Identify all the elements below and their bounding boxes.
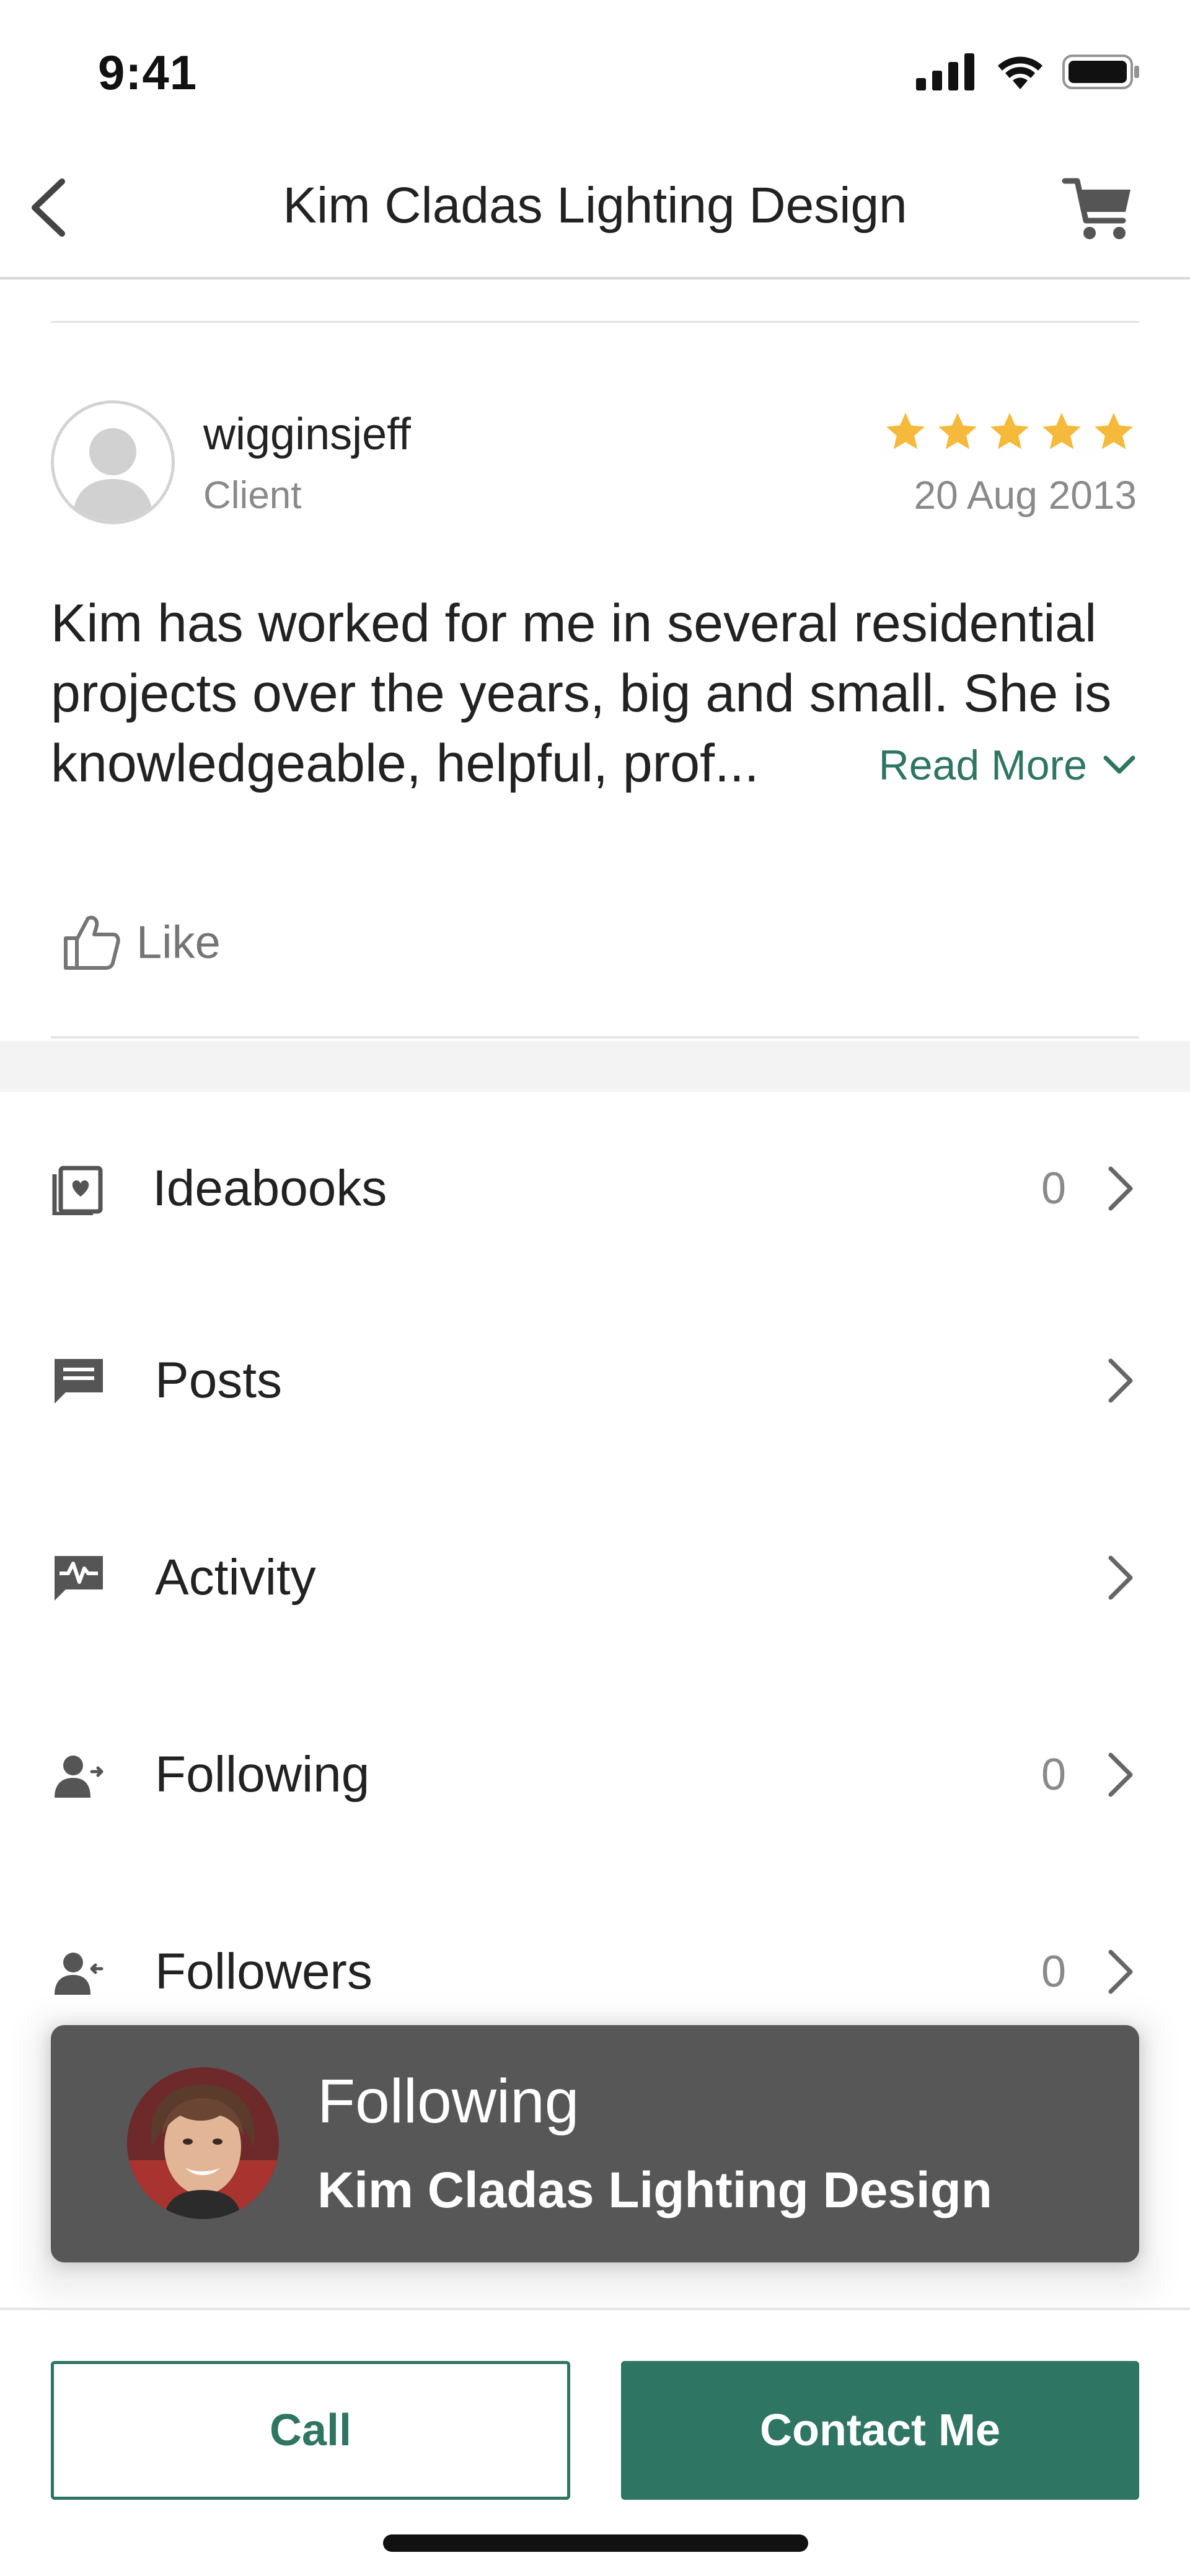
thumbs-up-icon xyxy=(64,915,120,970)
status-icons xyxy=(916,53,1140,90)
toast-title: Following xyxy=(317,2067,580,2136)
divider xyxy=(51,1036,1139,1039)
cellular-signal-icon xyxy=(916,53,974,90)
menu-label: Activity xyxy=(155,1549,316,1606)
page-title: Kim Cladas Lighting Design xyxy=(283,177,907,234)
status-time: 9:41 xyxy=(98,45,198,100)
chevron-right-icon xyxy=(1108,1166,1133,1211)
followers-icon xyxy=(51,1944,107,2000)
star-icon xyxy=(1095,413,1133,449)
star-icon xyxy=(886,413,925,449)
bottom-divider xyxy=(0,2308,1190,2310)
nav-divider xyxy=(0,277,1190,279)
menu-row-activity[interactable]: Activity xyxy=(0,1528,1190,1627)
menu-label: Followers xyxy=(155,1943,372,2000)
menu-count: 0 xyxy=(1041,1750,1066,1800)
following-icon xyxy=(51,1747,107,1803)
menu-label: Ideabooks xyxy=(152,1160,387,1216)
reviewer-avatar xyxy=(51,400,175,524)
chevron-down-icon xyxy=(1103,755,1135,774)
home-indicator xyxy=(383,2534,808,2552)
menu-row-following[interactable]: Following 0 xyxy=(0,1725,1190,1824)
divider xyxy=(51,321,1139,323)
like-button[interactable]: Like xyxy=(60,911,221,973)
like-label: Like xyxy=(136,916,221,968)
menu-count: 0 xyxy=(1041,1164,1066,1213)
reviewer-role: Client xyxy=(203,474,302,517)
read-more-link[interactable]: Read More xyxy=(879,741,1137,789)
reviewer-name[interactable]: wigginsjeff xyxy=(203,409,411,460)
star-icon xyxy=(1042,413,1081,449)
user-placeholder-icon xyxy=(73,428,153,521)
cart-icon[interactable] xyxy=(1061,171,1135,245)
chevron-right-icon xyxy=(1108,1752,1133,1797)
pro-avatar xyxy=(127,2067,279,2219)
star-rating xyxy=(883,409,1137,455)
activity-icon xyxy=(51,1550,107,1606)
posts-icon xyxy=(51,1353,107,1409)
review-date: 20 Aug 2013 xyxy=(914,473,1137,517)
chevron-right-icon xyxy=(1108,1950,1133,1994)
star-icon xyxy=(990,413,1029,449)
section-separator xyxy=(0,1041,1190,1092)
chevron-right-icon xyxy=(1108,1555,1133,1600)
toast-subtitle: Kim Cladas Lighting Design xyxy=(317,2162,992,2218)
call-button[interactable]: Call xyxy=(51,2361,570,2500)
menu-row-posts[interactable]: Posts xyxy=(0,1331,1190,1430)
menu-row-followers[interactable]: Followers 0 xyxy=(0,1922,1190,2021)
menu-label: Following xyxy=(155,1746,370,1803)
battery-icon xyxy=(1062,55,1139,89)
ideabook-icon xyxy=(51,1161,107,1216)
contact-me-button[interactable]: Contact Me xyxy=(621,2361,1139,2500)
wifi-icon xyxy=(998,56,1042,89)
menu-count: 0 xyxy=(1041,1947,1066,1997)
read-more-label: Read More xyxy=(878,742,1087,789)
star-icon xyxy=(938,413,977,449)
menu-row-ideabooks[interactable]: Ideabooks 0 xyxy=(0,1139,1190,1238)
menu-label: Posts xyxy=(155,1352,283,1409)
chevron-right-icon xyxy=(1108,1358,1133,1403)
